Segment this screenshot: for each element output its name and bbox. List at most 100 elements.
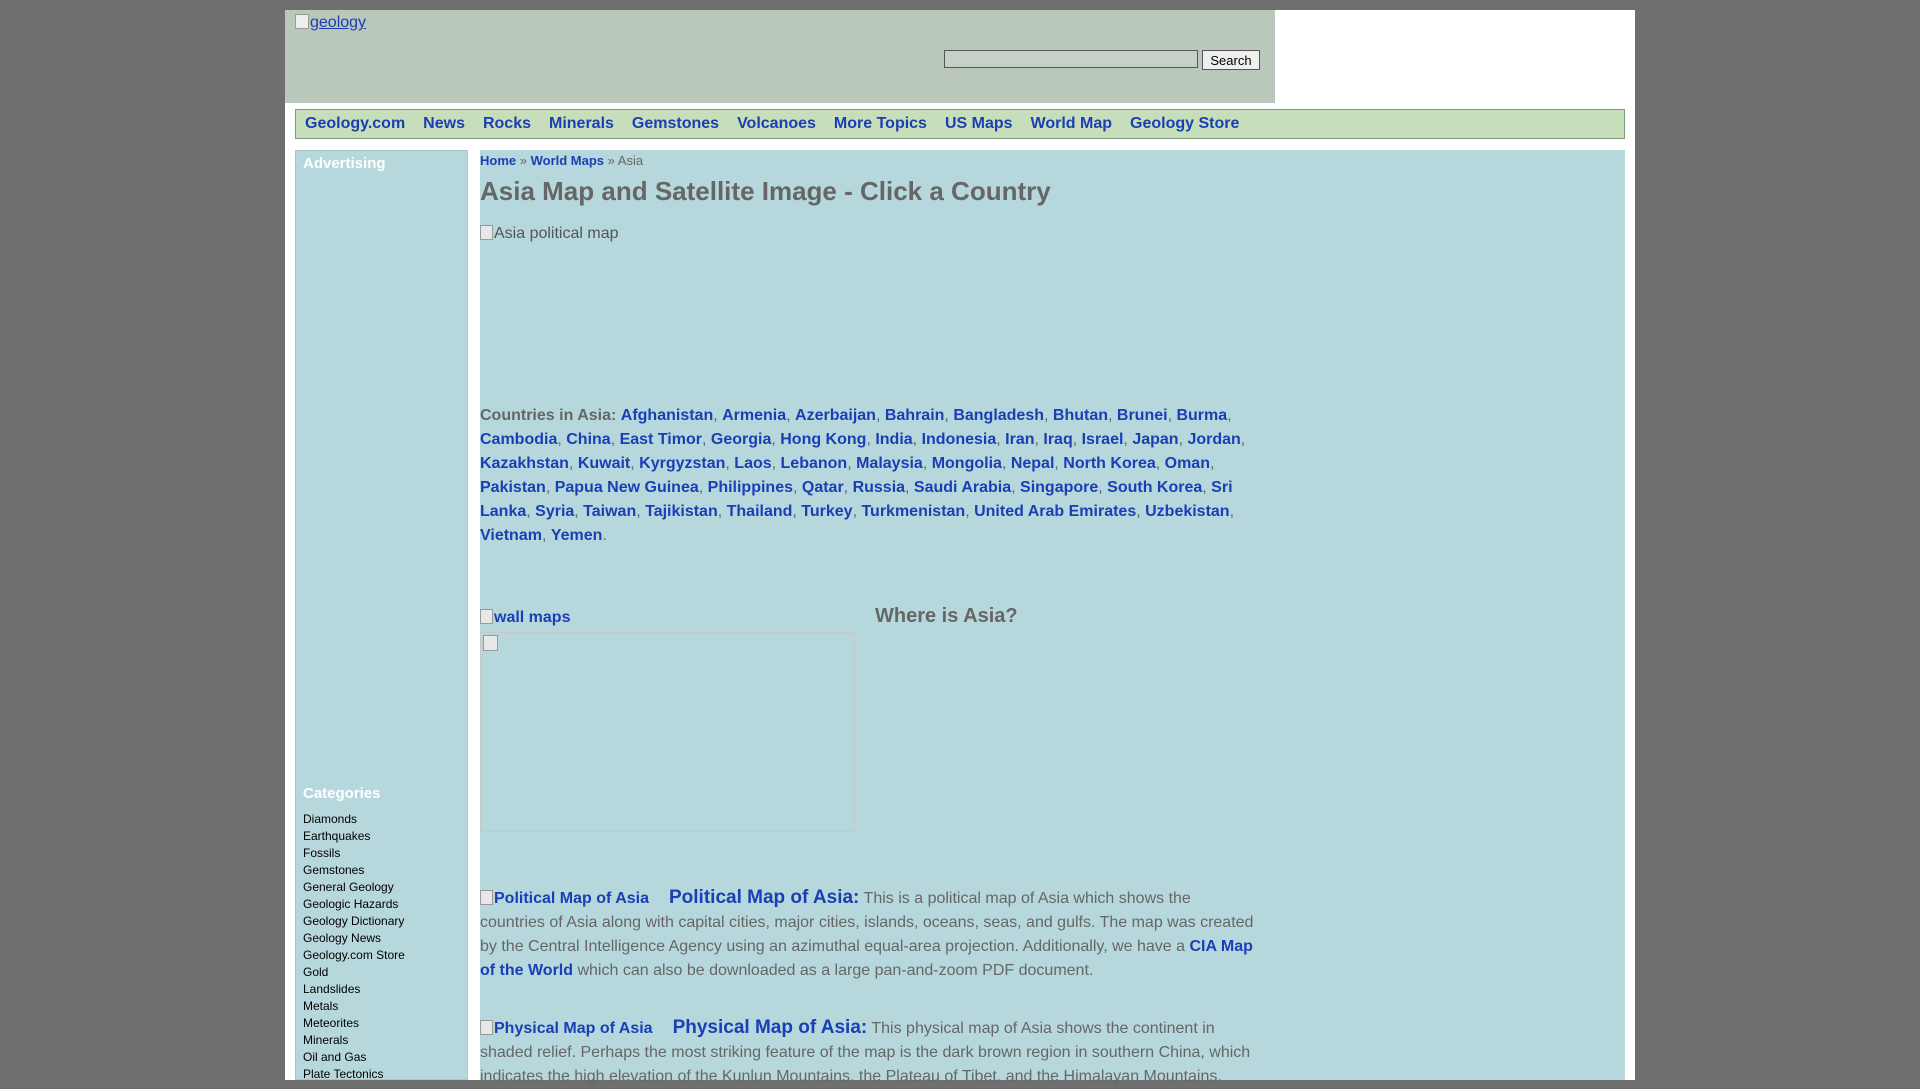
- country-separator: ,: [1072, 431, 1082, 448]
- country-separator: ,: [725, 455, 735, 472]
- physical-map-image-link[interactable]: Physical Map of Asia: [480, 1020, 653, 1037]
- country-link[interactable]: Azerbaijan: [795, 407, 876, 424]
- nav-rocks[interactable]: Rocks: [483, 115, 531, 133]
- nav-world-map[interactable]: World Map: [1031, 115, 1112, 133]
- category-link[interactable]: Geology.com Store: [303, 947, 405, 964]
- breadcrumb-world-maps[interactable]: World Maps: [531, 153, 604, 168]
- political-map-section: Political Map of Asia Political Map of As…: [480, 886, 1260, 983]
- country-link[interactable]: Afghanistan: [621, 407, 713, 424]
- country-link[interactable]: Georgia: [711, 431, 771, 448]
- nav-geology-store[interactable]: Geology Store: [1130, 115, 1239, 133]
- country-link[interactable]: Kuwait: [578, 455, 630, 472]
- country-link[interactable]: Singapore: [1020, 479, 1098, 496]
- country-link[interactable]: Burma: [1176, 407, 1227, 424]
- country-link[interactable]: East Timor: [620, 431, 702, 448]
- country-link[interactable]: Syria: [535, 503, 574, 520]
- political-map-alt: Political Map of Asia: [494, 890, 649, 907]
- country-link[interactable]: Papua New Guinea: [555, 479, 699, 496]
- country-link[interactable]: South Korea: [1107, 479, 1202, 496]
- country-link[interactable]: Brunei: [1117, 407, 1168, 424]
- nav-volcanoes[interactable]: Volcanoes: [737, 115, 816, 133]
- country-link[interactable]: Iran: [1005, 431, 1034, 448]
- country-separator: ,: [713, 407, 723, 424]
- nav-minerals[interactable]: Minerals: [549, 115, 614, 133]
- category-link[interactable]: Minerals: [303, 1032, 405, 1049]
- country-link[interactable]: Cambodia: [480, 431, 557, 448]
- country-link[interactable]: Armenia: [722, 407, 786, 424]
- country-link[interactable]: Turkmenistan: [861, 503, 965, 520]
- category-link[interactable]: Landslides: [303, 981, 405, 998]
- category-link[interactable]: Gold: [303, 964, 405, 981]
- country-link[interactable]: Lebanon: [781, 455, 848, 472]
- country-link[interactable]: Tajikistan: [645, 503, 718, 520]
- country-link[interactable]: India: [875, 431, 912, 448]
- country-link[interactable]: Russia: [853, 479, 905, 496]
- country-link[interactable]: Malaysia: [856, 455, 923, 472]
- country-link[interactable]: Kazakhstan: [480, 455, 569, 472]
- physical-map-section: Physical Map of Asia Physical Map of Asia…: [480, 1016, 1260, 1089]
- country-link[interactable]: Jordan: [1187, 431, 1240, 448]
- political-map-image-link[interactable]: Political Map of Asia: [480, 890, 649, 907]
- country-link[interactable]: Turkey: [801, 503, 852, 520]
- country-link[interactable]: Israel: [1082, 431, 1124, 448]
- country-link[interactable]: Taiwan: [583, 503, 636, 520]
- country-link[interactable]: Mongolia: [932, 455, 1002, 472]
- country-link[interactable]: Pakistan: [480, 479, 546, 496]
- breadcrumb-home[interactable]: Home: [480, 153, 516, 168]
- country-separator: ,: [1011, 479, 1021, 496]
- category-link[interactable]: Diamonds: [303, 811, 405, 828]
- category-link[interactable]: Earthquakes: [303, 828, 405, 845]
- country-link[interactable]: Japan: [1132, 431, 1178, 448]
- category-link[interactable]: Plate Tectonics: [303, 1066, 405, 1083]
- nav-us-maps[interactable]: US Maps: [945, 115, 1013, 133]
- country-link[interactable]: Iraq: [1043, 431, 1072, 448]
- country-link[interactable]: Uzbekistan: [1145, 503, 1229, 520]
- country-link[interactable]: Bahrain: [885, 407, 945, 424]
- country-link[interactable]: Hong Kong: [780, 431, 866, 448]
- wall-maps-image-link[interactable]: wall maps: [480, 609, 570, 627]
- nav-more-topics[interactable]: More Topics: [834, 115, 927, 133]
- nav-news[interactable]: News: [423, 115, 465, 133]
- country-link[interactable]: Saudi Arabia: [914, 479, 1011, 496]
- breadcrumb-separator: »: [516, 153, 531, 168]
- country-link[interactable]: Qatar: [802, 479, 844, 496]
- country-link[interactable]: Thailand: [727, 503, 793, 520]
- country-link[interactable]: North Korea: [1063, 455, 1155, 472]
- country-link[interactable]: Laos: [734, 455, 771, 472]
- country-separator: ,: [574, 503, 584, 520]
- category-link[interactable]: General Geology: [303, 879, 405, 896]
- country-link[interactable]: Nepal: [1011, 455, 1055, 472]
- where-is-asia-heading: Where is Asia?: [875, 605, 1018, 627]
- category-link[interactable]: Geologic Hazards: [303, 896, 405, 913]
- country-link[interactable]: China: [566, 431, 610, 448]
- country-separator: ,: [1054, 455, 1064, 472]
- political-map-title-link[interactable]: Political Map of Asia:: [669, 887, 859, 908]
- category-link[interactable]: Meteorites: [303, 1015, 405, 1032]
- country-link[interactable]: Philippines: [708, 479, 793, 496]
- wall-maps-frame[interactable]: [480, 632, 855, 832]
- geology-logo-link[interactable]: geology: [295, 14, 366, 32]
- country-link[interactable]: Indonesia: [922, 431, 997, 448]
- category-link[interactable]: Geology News: [303, 930, 405, 947]
- country-link[interactable]: Vietnam: [480, 527, 542, 544]
- search-button[interactable]: Search: [1202, 50, 1260, 70]
- category-link[interactable]: Oil and Gas: [303, 1049, 405, 1066]
- category-link[interactable]: Gemstones: [303, 862, 405, 879]
- physical-map-title-link[interactable]: Physical Map of Asia:: [673, 1017, 868, 1038]
- country-link[interactable]: Kyrgyzstan: [639, 455, 725, 472]
- asia-political-map-image[interactable]: Asia political map: [480, 225, 619, 243]
- country-separator: ,: [701, 431, 711, 448]
- country-link[interactable]: United Arab Emirates: [974, 503, 1136, 520]
- country-link[interactable]: Bhutan: [1053, 407, 1108, 424]
- search-input[interactable]: [944, 50, 1198, 68]
- nav-gemstones[interactable]: Gemstones: [632, 115, 719, 133]
- category-link[interactable]: Metals: [303, 998, 405, 1015]
- category-link[interactable]: Geology Dictionary: [303, 913, 405, 930]
- country-link[interactable]: Yemen: [551, 527, 603, 544]
- country-link[interactable]: Bangladesh: [953, 407, 1044, 424]
- category-link[interactable]: Fossils: [303, 845, 405, 862]
- nav-geology-com[interactable]: Geology.com: [305, 115, 405, 133]
- country-links: Afghanistan, Armenia, Azerbaijan, Bahrai…: [480, 407, 1245, 544]
- country-separator: ,: [905, 479, 914, 496]
- country-link[interactable]: Oman: [1165, 455, 1210, 472]
